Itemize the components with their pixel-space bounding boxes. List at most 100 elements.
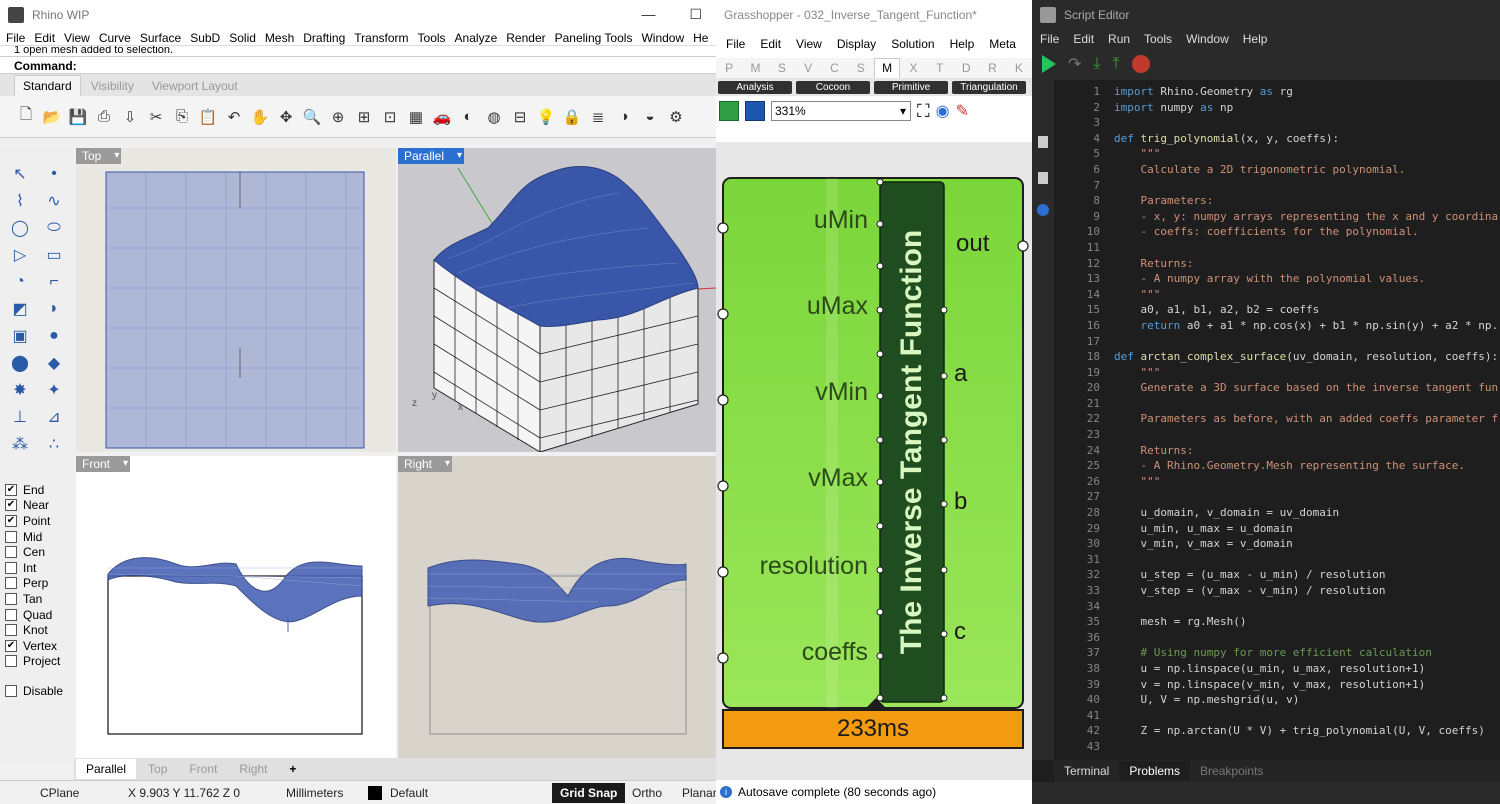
menu-analyze[interactable]: Analyze bbox=[455, 31, 498, 45]
undo-icon[interactable]: ↶ bbox=[222, 105, 246, 129]
explorer-icon[interactable] bbox=[1038, 136, 1048, 148]
gh-menu-display[interactable]: Display bbox=[837, 37, 876, 51]
sketch-pen-icon[interactable]: ✎ bbox=[956, 101, 969, 121]
code-editor[interactable]: 1 import Rhino.Geometry as rg 2 import nump… bbox=[1054, 84, 1500, 758]
copy-icon[interactable]: ⎘ bbox=[170, 105, 194, 129]
zoom-window-icon[interactable]: ⊕ bbox=[326, 105, 350, 129]
step-out-icon[interactable]: ⤒ bbox=[1112, 55, 1119, 73]
menu-surface[interactable]: Surface bbox=[140, 31, 181, 45]
grid-snap-toggle[interactable]: Grid Snap bbox=[552, 783, 626, 803]
menu-solid[interactable]: Solid bbox=[229, 31, 256, 45]
command-prompt[interactable]: Command: bbox=[0, 56, 716, 74]
menu-paneling-tools[interactable]: Paneling Tools bbox=[555, 31, 633, 45]
checkbox[interactable] bbox=[5, 577, 17, 590]
menu-window[interactable]: Window bbox=[641, 31, 684, 45]
checkbox[interactable] bbox=[5, 608, 17, 621]
toolbar-tab-viewport-layout[interactable]: Viewport Layout bbox=[144, 76, 246, 96]
gh-canvas[interactable]: uMin uMax vMin vMax resolution coeffs out a b c … bbox=[716, 142, 1032, 780]
point-icon[interactable]: • bbox=[37, 160, 71, 187]
component-input-resolution[interactable]: resolution bbox=[760, 552, 868, 581]
add-viewport-tab-button[interactable]: + bbox=[279, 759, 306, 779]
snap-int[interactable]: Int bbox=[5, 560, 74, 576]
component-input-vmax[interactable]: vMax bbox=[808, 464, 868, 493]
viewport-top[interactable]: Top bbox=[76, 148, 396, 452]
zoom-dropdown[interactable]: 331% bbox=[771, 101, 911, 121]
circle-icon[interactable]: ◯ bbox=[3, 214, 37, 241]
stop-icon[interactable] bbox=[1131, 55, 1150, 73]
se-menu-window[interactable]: Window bbox=[1186, 32, 1229, 46]
se-tab-breakpoints[interactable]: Breakpoints bbox=[1190, 761, 1273, 781]
pan-icon[interactable]: ✋ bbox=[248, 105, 272, 129]
rectangle-icon[interactable]: ▭ bbox=[37, 241, 71, 268]
se-menu-help[interactable]: Help bbox=[1243, 32, 1268, 46]
gh-tab-d[interactable]: D bbox=[953, 61, 979, 75]
gh-category-triangulation[interactable]: Triangulation bbox=[952, 80, 1026, 94]
surface-icon[interactable]: ◩ bbox=[3, 295, 37, 322]
new-file-icon[interactable]: 🗋 bbox=[14, 105, 38, 129]
gh-tab-c[interactable]: C bbox=[821, 61, 847, 75]
snap-near[interactable]: ✔ Near bbox=[5, 498, 74, 514]
viewport-front[interactable]: Front bbox=[76, 456, 396, 758]
ellipse-icon[interactable]: ⬭ bbox=[37, 214, 71, 241]
gh-category-analysis[interactable]: Analysis bbox=[718, 80, 792, 94]
snap-vertex[interactable]: ✔ Vertex bbox=[5, 638, 74, 654]
snap-disable[interactable]: Disable bbox=[5, 683, 74, 699]
se-menu-tools[interactable]: Tools bbox=[1144, 32, 1172, 46]
component-output-c[interactable]: c bbox=[954, 618, 966, 646]
menu-view[interactable]: View bbox=[64, 31, 90, 45]
dimension-icon[interactable]: ⊥ bbox=[3, 403, 37, 430]
layers-icon[interactable]: ≣ bbox=[586, 105, 610, 129]
gh-category-primitive[interactable]: Primitive bbox=[874, 80, 948, 94]
minimize-icon[interactable]: — bbox=[641, 6, 655, 23]
box-icon[interactable]: ▣ bbox=[3, 322, 37, 349]
polyline-icon[interactable]: ⌇ bbox=[3, 187, 37, 214]
se-menu-file[interactable]: File bbox=[1040, 32, 1059, 46]
snap-quad[interactable]: Quad bbox=[5, 607, 74, 623]
gh-menu-edit[interactable]: Edit bbox=[760, 37, 781, 51]
viewport-tab-top[interactable]: Top bbox=[138, 759, 177, 779]
layer-color-swatch[interactable] bbox=[368, 786, 382, 800]
viewport-tab-parallel[interactable]: Parallel bbox=[76, 759, 137, 779]
transform-icon[interactable]: ⊿ bbox=[37, 403, 71, 430]
open-file-icon[interactable] bbox=[719, 101, 739, 121]
grid-icon[interactable]: ⊟ bbox=[508, 105, 532, 129]
cut-icon[interactable]: ✂ bbox=[144, 105, 168, 129]
menu-drafting[interactable]: Drafting bbox=[303, 31, 345, 45]
group-icon[interactable]: ⁂ bbox=[3, 430, 37, 457]
zoom-extents-icon[interactable]: ⛶ bbox=[917, 101, 930, 122]
units-label[interactable]: Millimeters bbox=[286, 786, 343, 800]
gh-menu-solution[interactable]: Solution bbox=[891, 37, 934, 51]
component-output-out[interactable]: out bbox=[956, 230, 989, 258]
gh-tab-s[interactable]: S bbox=[848, 61, 874, 75]
mesh-icon[interactable]: ◆ bbox=[37, 349, 71, 376]
checkbox[interactable] bbox=[5, 655, 17, 668]
snap-mid[interactable]: Mid bbox=[5, 529, 74, 545]
se-tab-problems[interactable]: Problems bbox=[1119, 761, 1191, 781]
material-icon[interactable]: ◒ bbox=[638, 105, 662, 129]
sphere-icon[interactable]: ● bbox=[37, 322, 71, 349]
menu-edit[interactable]: Edit bbox=[34, 31, 55, 45]
gh-tab-m[interactable]: M bbox=[873, 58, 901, 78]
planar-toggle[interactable]: Planar bbox=[682, 786, 716, 800]
curve-icon[interactable]: ∿ bbox=[37, 187, 71, 214]
viewport-label-right[interactable]: Right bbox=[398, 456, 453, 472]
open-folder-icon[interactable]: 📂 bbox=[40, 105, 64, 129]
zoom-icon[interactable]: 🔍 bbox=[300, 105, 324, 129]
gh-tab-k[interactable]: K bbox=[1006, 61, 1032, 75]
gh-tab-x[interactable]: X bbox=[900, 61, 926, 75]
save-icon[interactable] bbox=[745, 101, 765, 121]
explode-icon[interactable]: ✸ bbox=[3, 376, 37, 403]
preview-eye-icon[interactable]: ◉ bbox=[936, 101, 950, 121]
viewport-parallel[interactable]: z x y Parallel bbox=[398, 148, 716, 452]
zoom-extents-icon[interactable]: ⊞ bbox=[352, 105, 376, 129]
se-menu-edit[interactable]: Edit bbox=[1073, 32, 1094, 46]
component-output-b[interactable]: b bbox=[954, 488, 967, 516]
paste-icon[interactable]: 📋 bbox=[196, 105, 220, 129]
arc-icon[interactable]: ◔ bbox=[3, 268, 37, 295]
lightbulb-icon[interactable]: 💡 bbox=[534, 105, 558, 129]
options-icon[interactable]: ⚙ bbox=[664, 105, 688, 129]
help-icon[interactable] bbox=[1037, 204, 1049, 216]
render-icon[interactable]: ◍ bbox=[482, 105, 506, 129]
checkbox[interactable] bbox=[5, 684, 17, 697]
run-icon[interactable] bbox=[1042, 55, 1056, 73]
